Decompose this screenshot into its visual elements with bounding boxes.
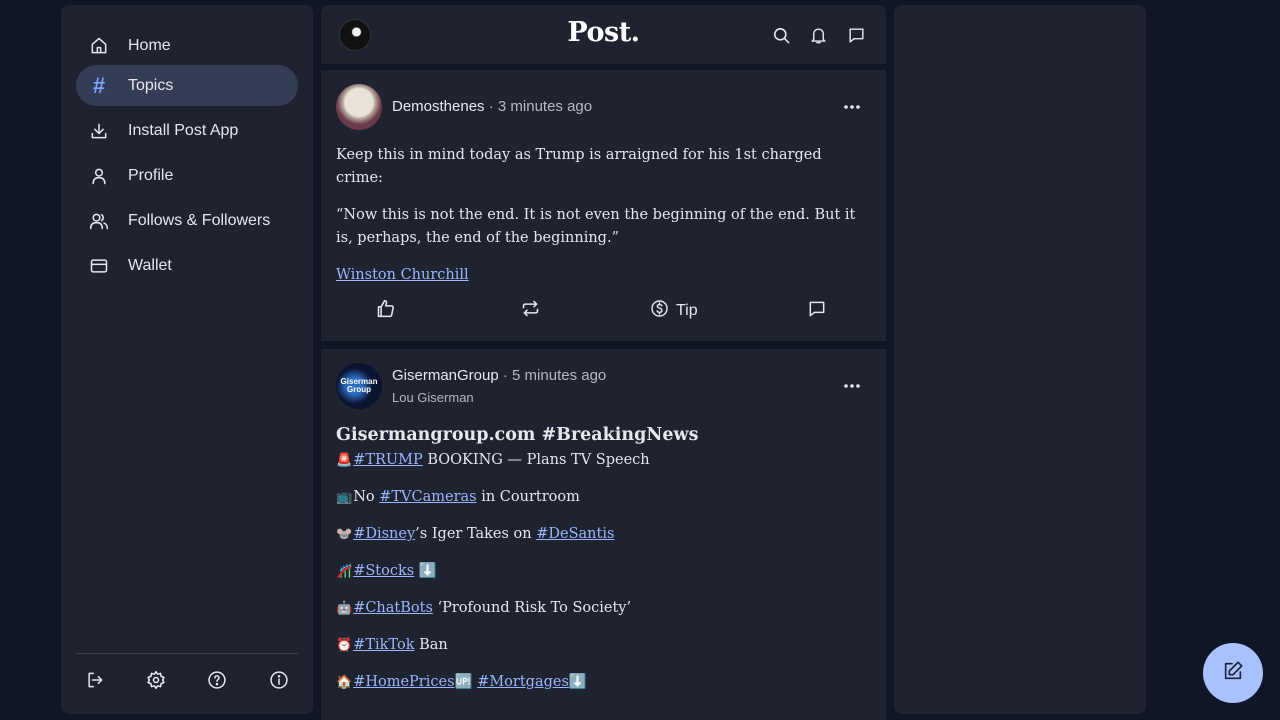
post-headline: Gisermangroup.com #BreakingNews	[336, 425, 699, 445]
dollar-icon	[650, 299, 669, 323]
author-name[interactable]: GisermanGroup	[392, 367, 499, 384]
line-text: ⬇️	[414, 563, 437, 579]
info-icon[interactable]	[266, 667, 292, 693]
sidebar-item-profile[interactable]: Profile	[76, 155, 298, 196]
more-options-icon[interactable]	[841, 378, 863, 394]
hashtag-link[interactable]: #Stocks	[353, 563, 414, 579]
comment-button[interactable]	[807, 298, 827, 324]
help-icon[interactable]	[204, 667, 230, 693]
gear-icon[interactable]	[143, 667, 169, 693]
post-body: Keep this in mind today as Trump is arra…	[336, 144, 856, 301]
logout-icon[interactable]	[82, 667, 108, 693]
line-text: Ban	[414, 637, 448, 653]
sidebar-item-topics[interactable]: # Topics	[76, 65, 298, 106]
line-text: 🆙	[454, 674, 478, 690]
line-text: in Courtroom	[476, 489, 580, 505]
hashtag-link[interactable]: #TikTok	[353, 637, 414, 653]
feed-header: Post.	[321, 5, 886, 64]
sidebar-item-install-app[interactable]: Install Post App	[76, 110, 298, 151]
post-author-line: GisermanGroup · 5 minutes ago	[392, 367, 606, 384]
line-text: ‘Profound Risk To Society’	[432, 600, 632, 616]
tip-label: Tip	[676, 302, 698, 319]
hashtag-link[interactable]: #HomePrices	[353, 674, 454, 690]
news-line: 🚨#TRUMP BOOKING — Plans TV Speech	[336, 449, 856, 472]
news-line: 🐭#Disney’s Iger Takes on #DeSantis	[336, 523, 856, 546]
sidebar-item-label: Topics	[128, 76, 174, 94]
avatar[interactable]	[336, 84, 382, 130]
hashtag-link[interactable]: #DeSantis	[536, 526, 614, 542]
sidebar-item-follows[interactable]: Follows & Followers	[76, 200, 298, 241]
sidebar-item-label: Wallet	[128, 256, 172, 274]
tv-icon: 📺	[336, 490, 353, 505]
sidebar-item-label: Home	[128, 36, 171, 54]
bell-icon[interactable]	[807, 24, 829, 46]
post-time: · 3 minutes ago	[484, 98, 593, 115]
hashtag-link[interactable]: #Disney	[353, 526, 415, 542]
mouse-icon: 🐭	[336, 527, 353, 542]
robot-icon: 🤖	[336, 601, 353, 616]
hashtag-link[interactable]: #ChatBots	[353, 600, 433, 616]
line-text: ’s Iger Takes on	[415, 526, 537, 542]
avatar[interactable]: Giserman Group	[336, 363, 382, 409]
news-line: 🎢#Stocks ⬇️	[336, 560, 856, 583]
post-card: Demosthenes · 3 minutes ago Keep this in…	[321, 70, 886, 341]
post-time: · 5 minutes ago	[498, 367, 607, 384]
house-icon: 🏠	[336, 675, 353, 690]
compose-button[interactable]	[1203, 643, 1263, 703]
like-button[interactable]	[375, 298, 396, 324]
sidebar-item-home[interactable]: Home	[76, 25, 298, 66]
search-icon[interactable]	[770, 24, 792, 46]
author-name[interactable]: Demosthenes	[392, 98, 485, 115]
post-paragraph: “Now this is not the end. It is not even…	[336, 207, 856, 246]
hash-icon: #	[92, 72, 106, 98]
post-author-line: Demosthenes · 3 minutes ago	[392, 98, 592, 115]
chat-icon[interactable]	[845, 24, 867, 46]
post-paragraph: Keep this in mind today as Trump is arra…	[336, 147, 822, 186]
sidebar-divider	[76, 653, 298, 654]
line-text: ⬇️	[568, 674, 587, 690]
avatar-text: Giserman Group	[340, 377, 378, 394]
line-text: No	[353, 489, 380, 505]
post-link[interactable]: Winston Churchill	[336, 267, 469, 283]
sidebar-item-label: Profile	[128, 166, 174, 184]
repost-icon	[520, 298, 541, 324]
more-options-icon[interactable]	[841, 99, 863, 115]
user-icon	[76, 166, 122, 186]
edit-icon	[1222, 660, 1244, 687]
wallet-icon	[76, 256, 122, 276]
home-icon	[76, 36, 122, 56]
siren-icon: 🚨	[336, 453, 353, 468]
sidebar-item-label: Install Post App	[128, 121, 239, 139]
right-panel	[894, 5, 1146, 714]
app-logo[interactable]: Post.	[321, 17, 886, 48]
news-line: 🤖#ChatBots ‘Profound Risk To Society’	[336, 597, 856, 620]
download-icon	[76, 121, 122, 141]
sidebar: Home # Topics Install Post App Profile F…	[61, 5, 313, 714]
hashtag-link[interactable]: #Mortgages	[477, 674, 569, 690]
comment-icon	[807, 299, 827, 324]
author-subtitle: Lou Giserman	[392, 390, 474, 405]
thumbs-up-icon	[375, 298, 396, 324]
news-line: ⏰#TikTok Ban	[336, 634, 856, 657]
users-icon	[76, 211, 122, 231]
roller-coaster-icon: 🎢	[336, 564, 353, 579]
news-line: 🏠#HomePrices🆙 #Mortgages⬇️	[336, 671, 856, 694]
hashtag-link[interactable]: #TRUMP	[353, 452, 423, 468]
post-card: Giserman Group GisermanGroup · 5 minutes…	[321, 349, 886, 720]
hashtag-link[interactable]: #TVCameras	[379, 489, 476, 505]
tip-button[interactable]: Tip	[650, 298, 698, 324]
post-body: Gisermangroup.com #BreakingNews 🚨#TRUMP …	[336, 424, 856, 708]
repost-button[interactable]	[520, 298, 541, 324]
alarm-clock-icon: ⏰	[336, 638, 353, 653]
sidebar-item-label: Follows & Followers	[128, 211, 271, 229]
sidebar-item-wallet[interactable]: Wallet	[76, 245, 298, 286]
line-text: BOOKING — Plans TV Speech	[422, 452, 650, 468]
news-line: 📺No #TVCameras in Courtroom	[336, 486, 856, 509]
